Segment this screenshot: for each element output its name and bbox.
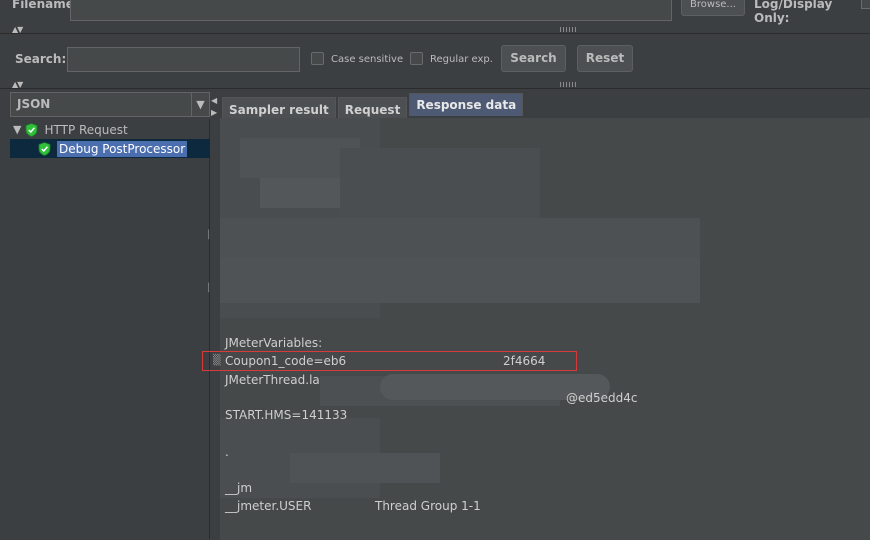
highlight-box <box>202 351 577 371</box>
filename-label: Filename <box>12 0 74 11</box>
tree-item-label: HTTP Request <box>44 122 128 137</box>
splitter-grip-icon[interactable] <box>560 82 578 87</box>
gutter-mark: | <box>207 282 211 293</box>
redacted-region <box>340 148 540 218</box>
response-data-panel: JMeterVariables: Coupon1_code=eb6 2f4664… <box>202 118 870 540</box>
filename-bar: Filename Browse... Log/Display Only: <box>0 0 870 25</box>
reset-button[interactable]: Reset <box>577 45 633 72</box>
search-button[interactable]: Search <box>501 45 566 72</box>
success-shield-icon <box>38 141 51 156</box>
case-sensitive-checkbox[interactable] <box>311 52 324 65</box>
tab-sampler-result[interactable]: Sampler result <box>222 97 336 118</box>
expand-triangle-icon[interactable]: ▼ <box>13 123 21 136</box>
search-input[interactable] <box>67 47 300 72</box>
redacted-region <box>220 258 700 303</box>
log-display-checkbox[interactable] <box>861 0 870 9</box>
case-sensitive-label: Case sensitive <box>331 54 404 65</box>
splitter-line <box>0 88 870 89</box>
browse-button[interactable]: Browse... <box>681 0 745 16</box>
splitter-line <box>0 33 870 34</box>
response-line: JMeterThread.la <box>225 373 320 387</box>
results-tree-window: Filename Browse... Log/Display Only: ▲▼ … <box>0 0 870 540</box>
tree-item-http-request[interactable]: ▼ HTTP Request <box>13 120 128 139</box>
regular-exp-checkbox[interactable] <box>410 52 423 65</box>
response-line: __jmeter.USER <box>225 499 312 513</box>
tree-item-debug-postprocessor[interactable]: Debug PostProcessor <box>38 139 188 158</box>
result-tabs: Sampler result Request Response data <box>222 93 525 118</box>
response-line: JMeterVariables: <box>225 336 323 350</box>
response-line: START.HMS=141133 <box>225 408 348 422</box>
redacted-region <box>220 218 700 258</box>
collapse-right-icon[interactable]: ▶ <box>211 108 217 117</box>
splitter-middle[interactable]: ▲▼ <box>0 80 870 90</box>
success-shield-icon <box>26 122 38 137</box>
renderer-selected-value: JSON <box>17 97 51 111</box>
grip-icon: ▒ <box>213 355 221 366</box>
splitter-grip-icon[interactable] <box>560 27 578 32</box>
log-display-label: Log/Display Only: <box>754 0 833 25</box>
left-panel: JSON ▼ ▼ HTTP Request Debug PostProcesso… <box>10 92 210 540</box>
filename-input[interactable] <box>70 0 672 21</box>
response-line: . <box>225 445 229 459</box>
response-line: Thread Group 1-1 <box>375 499 481 513</box>
redacted-region <box>290 453 440 483</box>
collapse-left-icon[interactable]: ◀ <box>211 96 217 105</box>
tab-request[interactable]: Request <box>337 97 408 118</box>
chevron-down-icon[interactable]: ▼ <box>191 93 209 116</box>
response-line: @ed5edd4c <box>566 391 638 405</box>
vertical-splitter[interactable]: ◀ ▶ <box>210 92 220 540</box>
tab-response-data[interactable]: Response data <box>409 93 524 116</box>
splitter-top[interactable]: ▲▼ <box>0 25 870 35</box>
tree-item-label: Debug PostProcessor <box>57 140 188 157</box>
renderer-select[interactable]: JSON ▼ <box>10 92 210 117</box>
response-line: __jm <box>225 481 253 495</box>
gutter-mark: | <box>207 229 211 240</box>
search-label: Search: <box>15 52 67 66</box>
sample-tree: ▼ HTTP Request Debug PostProcessor <box>10 119 210 539</box>
regular-exp-label: Regular exp. <box>430 54 493 65</box>
